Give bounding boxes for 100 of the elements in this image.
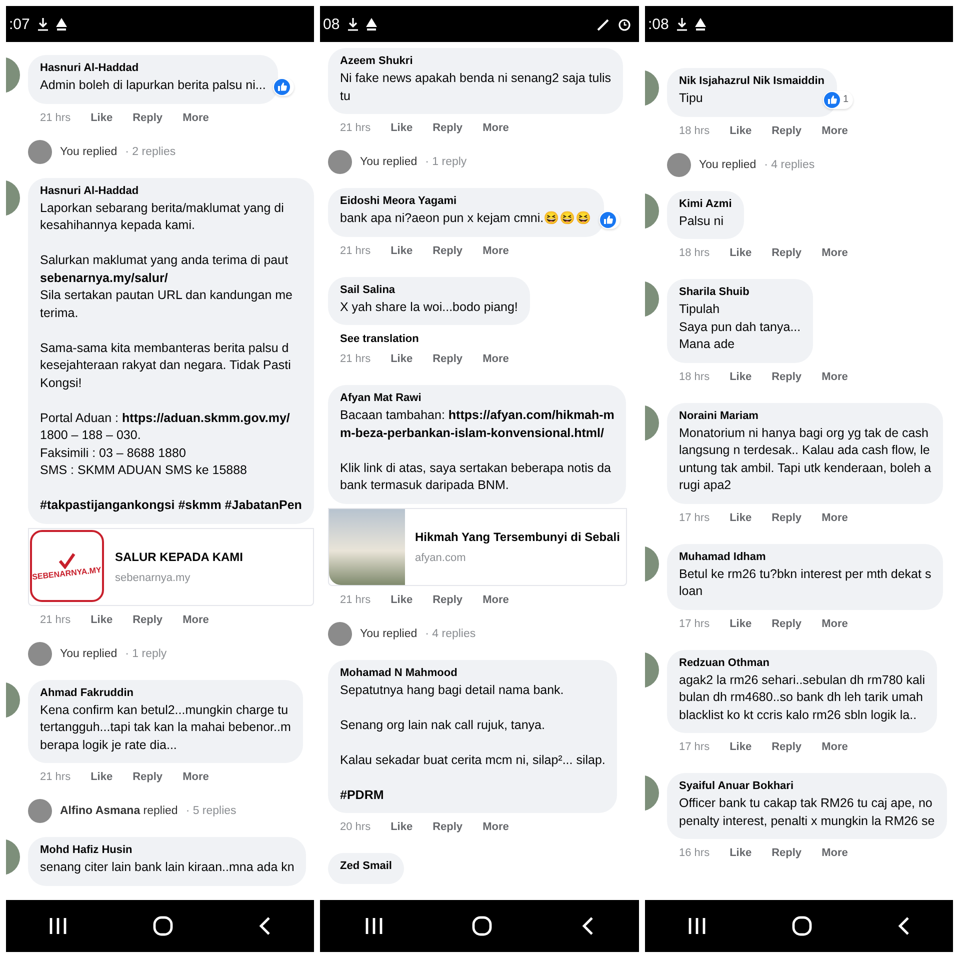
home-icon[interactable] xyxy=(792,916,812,936)
status-time: :07 xyxy=(9,16,30,32)
comment-author[interactable]: Syaiful Anuar Bokhari xyxy=(679,780,935,792)
comment-action-link[interactable]: Reply xyxy=(132,771,163,783)
reaction-badge[interactable]: 1 xyxy=(822,90,852,108)
comment-action-link[interactable]: Like xyxy=(730,618,752,630)
comment-action-link[interactable]: Like xyxy=(390,821,413,833)
comment-author[interactable]: Hasnuri Al-Haddad xyxy=(40,62,266,74)
comment-action-link[interactable]: Reply xyxy=(432,594,463,606)
comment-action-link[interactable]: More xyxy=(482,821,509,833)
comment-action-link[interactable]: Reply xyxy=(432,244,463,256)
replied-label[interactable]: Alfino Asmana replied xyxy=(60,805,178,817)
back-icon[interactable] xyxy=(898,917,910,935)
comment-action-link[interactable]: Reply xyxy=(132,112,163,124)
comment-action-link[interactable]: Reply xyxy=(772,741,802,753)
comment-author[interactable]: Azeem Shukri xyxy=(340,55,612,67)
comment-action-link[interactable]: More xyxy=(822,741,848,753)
replied-label[interactable]: You replied xyxy=(699,158,756,170)
comment-action-link[interactable]: Like xyxy=(730,124,752,136)
comment-author[interactable]: Kimi Azmi xyxy=(679,198,732,210)
comment-action-link[interactable]: Like xyxy=(390,353,413,365)
comment-author[interactable]: Zed Smail xyxy=(340,860,392,872)
comment-text: Bacaan tambahan: https://afyan.com/hikmah-m xyxy=(340,407,614,424)
recent-apps-icon[interactable] xyxy=(49,918,67,934)
comment-text: tu xyxy=(340,88,352,104)
replied-label[interactable]: You replied xyxy=(360,628,418,640)
comment-author[interactable]: Nik Isjahazrul Nik Ismaiddin xyxy=(679,75,824,87)
reaction-badge[interactable] xyxy=(272,78,294,96)
comment-action-link[interactable]: Reply xyxy=(772,370,802,382)
like-icon xyxy=(824,92,840,108)
link-preview-card[interactable]: SEBENARNYA.MY SALUR KEPADA KAMI sebenarnya.my xyxy=(28,528,314,606)
comment-action-link[interactable]: Like xyxy=(390,122,413,134)
comment-time: 18 hrs xyxy=(679,247,710,259)
comment-action-link[interactable]: Like xyxy=(390,594,413,606)
comment-action-link[interactable]: More xyxy=(482,353,509,365)
comment-action-link[interactable]: Reply xyxy=(132,614,163,626)
comment-action-link[interactable]: More xyxy=(822,124,848,136)
comment-author[interactable]: Hasnuri Al-Haddad xyxy=(40,184,302,196)
see-translation-link[interactable]: See translation xyxy=(328,325,431,345)
comment-author[interactable]: Afyan Mat Rawi xyxy=(340,392,614,404)
reply-count[interactable]: · 4 replies xyxy=(764,158,815,170)
comment-action-link[interactable]: More xyxy=(182,112,209,124)
comment-action-link[interactable]: Reply xyxy=(432,353,463,365)
comment-action-link[interactable]: Like xyxy=(730,370,752,382)
comment-author[interactable]: Redzuan Othman xyxy=(679,656,925,668)
reply-count[interactable]: · 4 replies xyxy=(425,628,476,640)
comment-action-link[interactable]: Like xyxy=(730,847,752,859)
comment-text: blacklist ko kt ccris kalo rm26 sbln logik la.. xyxy=(679,706,918,724)
home-icon[interactable] xyxy=(153,916,173,936)
comment-action-link[interactable]: More xyxy=(482,122,509,134)
comment-text: Laporkan sebarang berita/maklumat yang di xyxy=(40,200,285,217)
comment-action-link[interactable]: Reply xyxy=(772,124,802,136)
comment-action-link[interactable]: Like xyxy=(90,771,113,783)
comment-author[interactable]: Mohamad N Mahmood xyxy=(340,666,606,678)
comment-action-link[interactable]: Like xyxy=(730,512,752,524)
comment-action-link[interactable]: More xyxy=(182,614,209,626)
comment-action-link[interactable]: More xyxy=(822,618,848,630)
comment-action-link[interactable]: More xyxy=(822,847,848,859)
comment-action-link[interactable]: Like xyxy=(390,244,413,256)
comment-author[interactable]: Noraini Mariam xyxy=(679,410,932,422)
link-preview-card[interactable]: Hikmah Yang Tersembunyi di Sebali afyan.com xyxy=(328,508,627,586)
comment-action-link[interactable]: More xyxy=(822,512,848,524)
comment-action-link[interactable]: Reply xyxy=(432,122,463,134)
comment-action-link[interactable]: Like xyxy=(730,247,752,259)
comment-action-link[interactable]: Reply xyxy=(432,821,463,833)
comment-action-link[interactable]: Reply xyxy=(772,512,802,524)
reply-count[interactable]: · 1 reply xyxy=(425,156,467,168)
replied-label[interactable]: You replied xyxy=(60,648,118,660)
comment-action-link[interactable]: More xyxy=(182,771,209,783)
back-icon[interactable] xyxy=(259,917,271,935)
comment-action-link[interactable]: More xyxy=(482,244,509,256)
comment-action-link[interactable]: Reply xyxy=(772,247,802,259)
recent-apps-icon[interactable] xyxy=(364,918,383,934)
comment-action-link[interactable]: Like xyxy=(730,741,752,753)
comment-author[interactable]: Sail Salina xyxy=(340,284,518,296)
reply-count[interactable]: · 5 replies xyxy=(186,805,236,817)
comment-time: 18 hrs xyxy=(679,370,710,382)
comment-text: #PDRM xyxy=(340,786,385,804)
replied-label[interactable]: You replied xyxy=(360,156,418,168)
back-icon[interactable] xyxy=(582,917,594,935)
replied-label[interactable]: You replied xyxy=(60,146,118,158)
comment-action-link[interactable]: Like xyxy=(90,614,113,626)
reply-count[interactable]: · 2 replies xyxy=(125,146,176,158)
comment-author[interactable]: Muhamad Idham xyxy=(679,550,932,562)
comment-author[interactable]: Eidoshi Meora Yagami xyxy=(340,195,592,207)
home-icon[interactable] xyxy=(472,916,492,936)
like-icon xyxy=(600,212,616,228)
reaction-badge[interactable] xyxy=(598,210,620,228)
warning-icon xyxy=(56,18,67,30)
comment-action-link[interactable]: Like xyxy=(90,112,113,124)
comment-action-link[interactable]: More xyxy=(482,594,509,606)
comment-action-link[interactable]: Reply xyxy=(772,618,802,630)
comment-action-link[interactable]: More xyxy=(822,370,848,382)
reply-count[interactable]: · 1 reply xyxy=(125,648,167,660)
comment-author[interactable]: Mohd Hafiz Husin xyxy=(40,844,294,856)
comment-author[interactable]: Sharila Shuib xyxy=(679,286,801,298)
recent-apps-icon[interactable] xyxy=(688,918,706,934)
comment-action-link[interactable]: More xyxy=(822,247,848,259)
comment-action-link[interactable]: Reply xyxy=(772,847,802,859)
comment-author[interactable]: Ahmad Fakruddin xyxy=(40,686,291,698)
